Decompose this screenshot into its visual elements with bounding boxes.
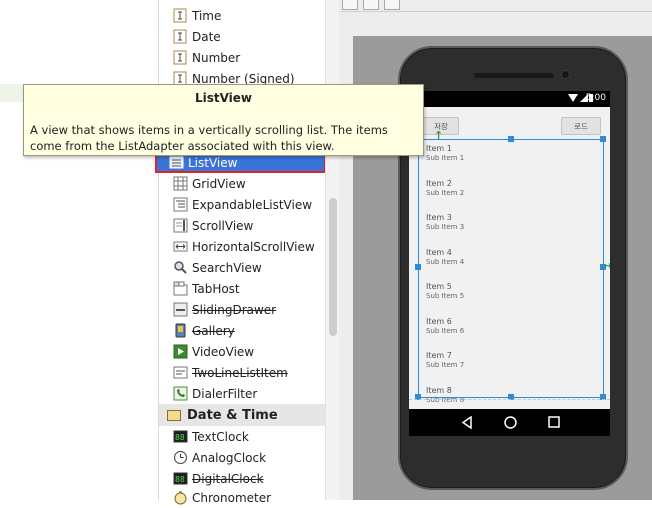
- resize-handle[interactable]: [600, 136, 606, 142]
- grid-view-icon: [173, 176, 188, 191]
- palette-item-time[interactable]: Time: [159, 5, 326, 26]
- list-overflow-edge: [409, 399, 610, 403]
- selection-bounds: [418, 139, 604, 398]
- two-line-list-icon: [173, 365, 188, 380]
- tooltip: ListView A view that shows items in a ve…: [23, 84, 424, 156]
- left-panel-row-highlight: [0, 84, 24, 102]
- wifi-icon: [568, 94, 578, 102]
- left-panel-background: [0, 0, 158, 500]
- palette-item-label: ExpandableListView: [192, 197, 313, 212]
- designer-toolbar: [339, 0, 652, 12]
- palette-item-label: GridView: [192, 176, 246, 191]
- svg-text:88: 88: [175, 433, 185, 442]
- palette-item-label: DigitalClock: [192, 471, 264, 486]
- palette-item-label: Number: [192, 50, 241, 65]
- dialer-filter-icon: [173, 386, 188, 401]
- palette-category-label: Date & Time: [187, 407, 278, 423]
- palette-item-label: SearchView: [192, 260, 262, 275]
- palette-item-slidingdrawer[interactable]: SlidingDrawer: [159, 299, 326, 320]
- back-icon[interactable]: [461, 416, 473, 429]
- palette-item-twolinelistitem[interactable]: TwoLineListItem: [159, 362, 326, 383]
- text-clock-icon: 88: [173, 429, 188, 444]
- palette-item-label: ListView: [188, 155, 238, 170]
- list-view-icon: [169, 155, 184, 170]
- palette-item-videoview[interactable]: VideoView: [159, 341, 326, 362]
- palette-item-number[interactable]: Number: [159, 47, 326, 68]
- palette-item-gridview[interactable]: GridView: [159, 173, 326, 194]
- text-field-icon: [173, 50, 188, 65]
- palette-scrollbar[interactable]: [325, 0, 339, 500]
- palette-item-label: SlidingDrawer: [192, 302, 277, 317]
- recents-icon[interactable]: [548, 416, 560, 428]
- home-icon[interactable]: [504, 416, 517, 429]
- palette-item-label: Date: [192, 29, 221, 44]
- status-time: 5:00: [585, 93, 606, 103]
- palette-item-scrollview[interactable]: ScrollView: [159, 215, 326, 236]
- text-field-icon: [173, 8, 188, 23]
- palette-item-searchview[interactable]: SearchView: [159, 257, 326, 278]
- palette-item-label: Gallery: [192, 323, 235, 338]
- palette-item-tabhost[interactable]: TabHost: [159, 278, 326, 299]
- zoom-fit-button[interactable]: [342, 0, 358, 10]
- palette-item-label: Time: [192, 8, 222, 23]
- palette-item-chronometer[interactable]: Chronometer: [159, 487, 326, 508]
- palette-item-label: TwoLineListItem: [192, 365, 288, 380]
- gallery-icon: [173, 323, 188, 338]
- analog-clock-icon: [173, 450, 188, 465]
- palette-item-label: AnalogClock: [192, 450, 267, 465]
- search-view-icon: [173, 260, 188, 275]
- palette-item-horizontalscrollview[interactable]: HorizontalScrollView: [159, 236, 326, 257]
- palette-item-gallery[interactable]: Gallery: [159, 320, 326, 341]
- scroll-view-icon: [173, 218, 188, 233]
- zoom-out-button[interactable]: [384, 0, 400, 10]
- video-view-icon: [173, 344, 188, 359]
- palette-item-textclock[interactable]: 88 TextClock: [159, 426, 326, 447]
- navigation-bar: [409, 409, 610, 436]
- palette-item-label: TabHost: [192, 281, 240, 296]
- sliding-drawer-icon: [173, 302, 188, 317]
- load-button[interactable]: 로드: [561, 117, 601, 135]
- palette-item-expandablelistview[interactable]: ExpandableListView: [159, 194, 326, 215]
- status-bar: 5:00: [409, 91, 610, 107]
- text-field-icon: [173, 29, 188, 44]
- palette-item-label: ScrollView: [192, 218, 254, 233]
- tooltip-title: ListView: [194, 91, 253, 105]
- palette-category-date-time[interactable]: Date & Time: [159, 404, 325, 426]
- zoom-in-button[interactable]: [363, 0, 379, 10]
- palette-scrollbar-thumb[interactable]: [329, 198, 337, 336]
- horizontal-scroll-icon: [173, 239, 188, 254]
- tab-host-icon: [173, 281, 188, 296]
- chronometer-icon: [173, 490, 188, 505]
- tooltip-description: A view that shows items in a vertically …: [30, 123, 388, 153]
- svg-text:88: 88: [175, 475, 185, 484]
- palette-item-dialerfilter[interactable]: DialerFilter: [159, 383, 326, 404]
- palette-item-analogclock[interactable]: AnalogClock: [159, 447, 326, 468]
- device-screen[interactable]: 5:00 저장 로드 ↑ Item 1 Sub Item 1 Item 2 Su…: [409, 91, 610, 409]
- resize-handle[interactable]: [415, 264, 421, 270]
- palette-item-label: VideoView: [192, 344, 255, 359]
- device-camera: [561, 70, 570, 79]
- device-speaker-grill: [474, 73, 554, 78]
- palette-item-label: TextClock: [192, 429, 249, 444]
- palette-item-label: HorizontalScrollView: [192, 239, 315, 254]
- palette-item-label: DialerFilter: [192, 386, 258, 401]
- expandable-list-icon: [173, 197, 188, 212]
- widget-palette: Time Date Number Number (Signed) ListVie…: [155, 0, 326, 505]
- anchor-arrow-icon: →: [603, 259, 610, 272]
- palette-item-date[interactable]: Date: [159, 26, 326, 47]
- palette-item-digitalclock[interactable]: 88 DigitalClock: [159, 468, 326, 489]
- palette-item-label: Chronometer: [192, 490, 272, 505]
- folder-icon: [167, 409, 181, 421]
- resize-handle[interactable]: [508, 136, 514, 142]
- digital-clock-icon: 88: [173, 471, 188, 486]
